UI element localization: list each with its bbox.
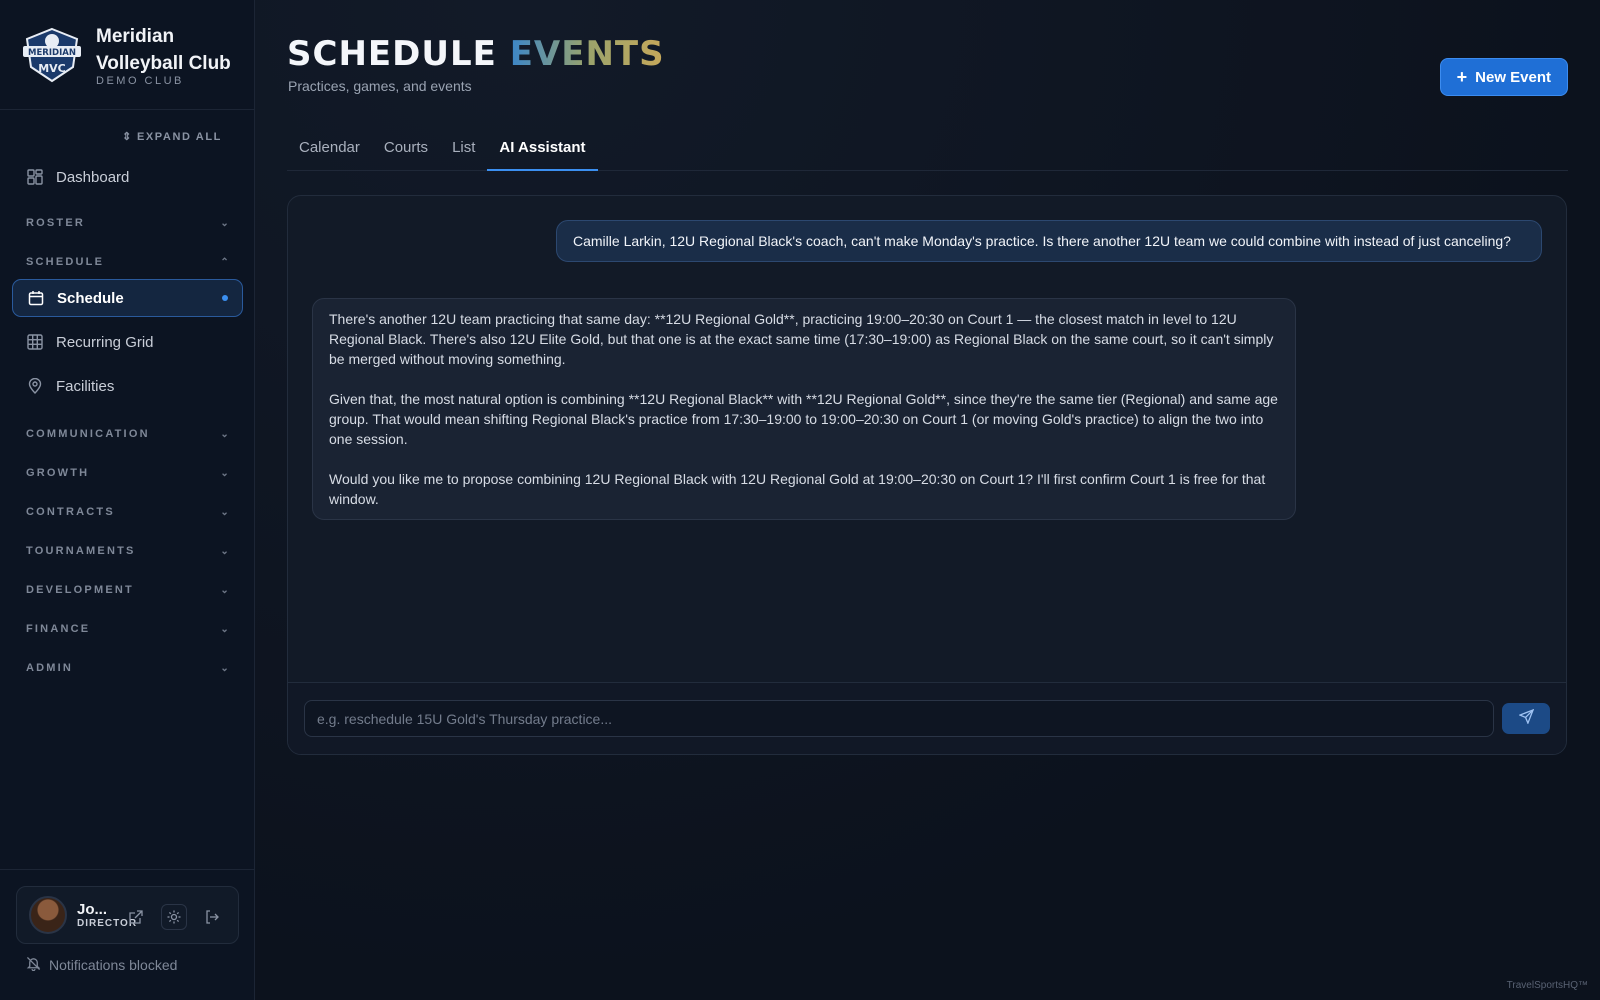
section-label: CONTRACTS [26, 506, 115, 518]
assistant-message: There's another 12U team practicing that… [312, 298, 1296, 520]
page-subtitle: Practices, games, and events [288, 78, 472, 94]
sidebar: MERIDIAN MVC Meridian Volleyball Club DE… [0, 0, 255, 1000]
club-name-line2: Volleyball Club [96, 52, 231, 74]
sidebar-item-facilities[interactable]: Facilities [12, 367, 243, 405]
sidebar-section-development[interactable]: DEVELOPMENT ⌄ [26, 584, 231, 596]
new-event-label: New Event [1475, 68, 1551, 86]
ai-chat-panel: Camille Larkin, 12U Regional Black's coa… [287, 195, 1567, 755]
send-icon [1517, 708, 1534, 729]
chevron-down-icon: ⌄ [220, 623, 231, 635]
expand-collapse-icon: ⇕ [122, 131, 133, 143]
expand-all-button[interactable]: ⇕ EXPAND ALL [122, 130, 222, 144]
page-title-accent: EVENTS [509, 34, 665, 74]
chevron-up-icon: ⌃ [220, 256, 231, 268]
sidebar-section-growth[interactable]: GROWTH ⌄ [26, 467, 231, 479]
sidebar-section-communication[interactable]: COMMUNICATION ⌄ [26, 428, 231, 440]
sidebar-item-label: Schedule [57, 289, 124, 307]
sidebar-section-schedule[interactable]: SCHEDULE ⌃ [26, 256, 231, 268]
section-label: ROSTER [26, 217, 86, 229]
club-logo: MERIDIAN MVC [20, 26, 84, 84]
svg-text:MERIDIAN: MERIDIAN [28, 48, 76, 58]
chat-input[interactable] [304, 700, 1494, 737]
logout-icon[interactable] [199, 904, 225, 930]
footer-brand: TravelSportsHQ™ [1506, 980, 1588, 991]
sidebar-item-label: Recurring Grid [56, 333, 154, 351]
sidebar-divider [0, 869, 254, 870]
section-label: GROWTH [26, 467, 90, 479]
view-tabs: Calendar Courts List AI Assistant [287, 135, 1568, 171]
assistant-paragraph: Would you like me to propose combining 1… [329, 471, 1266, 507]
user-message: Camille Larkin, 12U Regional Black's coa… [556, 220, 1542, 262]
chevron-down-icon: ⌄ [220, 506, 231, 518]
sidebar-section-roster[interactable]: ROSTER ⌄ [26, 217, 231, 229]
avatar[interactable] [29, 896, 67, 934]
external-link-icon[interactable] [123, 904, 149, 930]
section-label: DEVELOPMENT [26, 584, 134, 596]
dashboard-icon [26, 168, 44, 186]
sidebar-section-tournaments[interactable]: TOURNAMENTS ⌄ [26, 545, 231, 557]
assistant-paragraph: There's another 12U team practicing that… [329, 311, 1274, 367]
section-label: TOURNAMENTS [26, 545, 136, 557]
calendar-icon [27, 289, 45, 307]
user-card: Jo... DIRECTOR [16, 886, 239, 944]
theme-toggle-sun-icon[interactable] [161, 904, 187, 930]
active-indicator-dot [222, 295, 228, 301]
brand[interactable]: MERIDIAN MVC Meridian Volleyball Club DE… [0, 0, 254, 110]
bell-off-icon [26, 956, 41, 974]
tab-calendar[interactable]: Calendar [287, 135, 372, 171]
page-title: SCHEDULE EVENTS [287, 34, 665, 74]
sidebar-item-label: Facilities [56, 377, 115, 395]
sidebar-section-finance[interactable]: FINANCE ⌄ [26, 623, 231, 635]
expand-all-label: EXPAND ALL [136, 130, 222, 143]
tab-courts[interactable]: Courts [372, 135, 440, 171]
section-label: FINANCE [26, 623, 91, 635]
section-label: SCHEDULE [26, 256, 105, 268]
new-event-button[interactable]: + New Event [1439, 58, 1568, 96]
chevron-down-icon: ⌄ [220, 217, 231, 229]
app-root: MERIDIAN MVC Meridian Volleyball Club DE… [0, 0, 1600, 1000]
sidebar-section-contracts[interactable]: CONTRACTS ⌄ [26, 506, 231, 518]
send-button[interactable] [1502, 703, 1550, 734]
sidebar-item-dashboard[interactable]: Dashboard [12, 158, 243, 196]
notifications-status[interactable]: Notifications blocked [26, 956, 177, 974]
chat-composer [288, 682, 1566, 754]
chevron-down-icon: ⌄ [220, 584, 231, 596]
chevron-down-icon: ⌄ [220, 545, 231, 557]
club-name-line1: Meridian [96, 25, 175, 47]
svg-text:MVC: MVC [38, 62, 66, 75]
map-pin-icon [26, 377, 44, 395]
page-title-main: SCHEDULE [287, 34, 497, 74]
chevron-down-icon: ⌄ [220, 428, 231, 440]
notifications-label: Notifications blocked [49, 957, 178, 973]
chevron-down-icon: ⌄ [220, 662, 231, 674]
main-content: SCHEDULE EVENTS Practices, games, and ev… [255, 0, 1600, 1000]
sidebar-item-schedule[interactable]: Schedule [12, 279, 243, 317]
sidebar-section-admin[interactable]: ADMIN ⌄ [26, 662, 231, 674]
section-label: ADMIN [26, 662, 74, 674]
sidebar-item-recurring-grid[interactable]: Recurring Grid [12, 323, 243, 361]
sidebar-item-label: Dashboard [56, 168, 130, 186]
assistant-paragraph: Given that, the most natural option is c… [329, 391, 1278, 447]
plus-icon: + [1456, 67, 1468, 87]
grid-icon [26, 333, 44, 351]
tab-list[interactable]: List [440, 135, 487, 171]
chevron-down-icon: ⌄ [220, 467, 231, 479]
tab-ai-assistant[interactable]: AI Assistant [487, 135, 598, 171]
section-label: COMMUNICATION [26, 428, 150, 440]
